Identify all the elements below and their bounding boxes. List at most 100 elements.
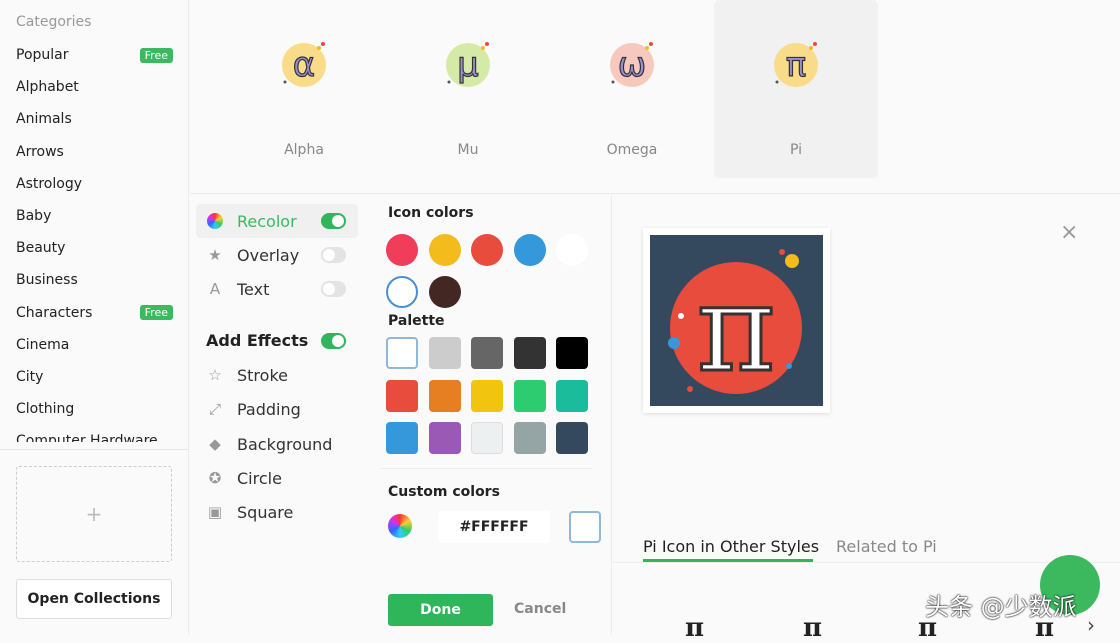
sidebar-item-category[interactable]: Beauty (0, 232, 189, 264)
palette-swatch[interactable] (386, 422, 418, 454)
add-effects-toggle[interactable] (321, 333, 346, 349)
square-star-icon: ▣ (207, 503, 223, 521)
category-label: Baby (16, 208, 52, 225)
icon-label: Pi (789, 142, 803, 158)
svg-text:α: α (293, 45, 315, 85)
tab-related[interactable]: Related to Pi (836, 537, 937, 556)
icon-label: Alpha (284, 142, 324, 158)
hex-input[interactable]: #FFFFFF (438, 511, 550, 543)
cancel-button[interactable]: Cancel (514, 601, 566, 617)
icon-color-swatch[interactable] (513, 234, 546, 266)
padding-option[interactable]: ⤢ Padding (196, 392, 358, 426)
circle-label: Circle (237, 468, 282, 488)
category-label: Alphabet (16, 79, 79, 96)
category-label: Cinema (16, 336, 70, 353)
sidebar-item-category[interactable]: Astrology (0, 168, 189, 200)
custom-colors-heading: Custom colors (388, 484, 500, 500)
icon-card[interactable]: π Pi (714, 0, 878, 178)
palette-swatch[interactable] (471, 337, 503, 369)
icon-card[interactable]: μ Mu (386, 0, 550, 178)
tab-other-styles[interactable]: Pi Icon in Other Styles (643, 537, 819, 556)
icon-color-swatch[interactable] (428, 234, 461, 266)
palette-swatch[interactable] (556, 422, 588, 454)
palette-swatch[interactable] (471, 422, 503, 454)
category-label: City (16, 368, 44, 385)
category-label: Clothing (16, 401, 75, 418)
overlay-toggle[interactable] (321, 247, 346, 263)
text-option[interactable]: A Text (196, 272, 358, 306)
palette-swatch[interactable] (513, 337, 546, 369)
color-picker-icon[interactable] (388, 514, 412, 538)
icon-color-swatch[interactable] (428, 276, 461, 308)
square-label: Square (237, 502, 294, 522)
sidebar-item-category[interactable]: Clothing (0, 393, 189, 425)
palette-swatch[interactable] (513, 379, 546, 412)
collection-dropzone[interactable]: + (16, 466, 172, 562)
sidebar-item-category[interactable]: Characters Free (0, 297, 189, 329)
icon-card[interactable]: α Alpha (222, 0, 386, 178)
sidebar-item-category[interactable]: Animals (0, 103, 189, 135)
add-effects-heading: Add Effects (206, 331, 309, 350)
category-label: Astrology (16, 175, 83, 192)
chevron-right-icon[interactable]: › (1087, 613, 1095, 637)
palette-swatch[interactable] (428, 422, 461, 454)
sidebar-item-category[interactable]: City (0, 361, 189, 393)
palette-swatch[interactable] (556, 379, 588, 412)
sidebar-item-category[interactable]: Computer Hardware (0, 425, 189, 442)
palette-swatch[interactable] (428, 337, 461, 369)
square-option[interactable]: ▣ Square (196, 495, 358, 529)
icon-label: Mu (457, 142, 479, 158)
palette-swatch[interactable] (386, 337, 418, 369)
sidebar-item-category[interactable]: Popular Free (0, 39, 189, 71)
custom-color-swatch[interactable] (569, 511, 601, 543)
category-list[interactable]: Popular Free Alphabet Animals Arrows Astrolog… (0, 39, 189, 442)
icon-card[interactable]: ω Omega (550, 0, 714, 178)
sidebar-item-category[interactable]: Cinema (0, 329, 189, 361)
stroke-option[interactable]: ☆ Stroke (196, 358, 358, 392)
palette-swatch[interactable] (471, 379, 503, 412)
category-label: Animals (16, 111, 72, 128)
sidebar-item-category[interactable]: Alphabet (0, 71, 189, 103)
text-toggle[interactable] (321, 281, 346, 297)
mu-icon: μ (446, 42, 490, 87)
background-option[interactable]: ◆ Background (196, 427, 358, 461)
recolor-toggle[interactable] (321, 213, 346, 229)
recolor-option[interactable]: Recolor (196, 204, 358, 238)
style-variant[interactable]: π (685, 613, 704, 643)
divider (0, 449, 189, 450)
categories-heading: Categories (16, 14, 92, 30)
sidebar-item-category[interactable]: Arrows (0, 136, 189, 168)
circle-option[interactable]: ✪ Circle (196, 461, 358, 495)
color-wheel-icon (206, 213, 224, 229)
category-label: Characters (16, 304, 93, 321)
icon-color-swatch[interactable] (386, 234, 418, 266)
star-outline-icon: ☆ (208, 366, 222, 384)
sidebar-item-category[interactable]: Baby (0, 200, 189, 232)
palette-swatch[interactable] (428, 379, 461, 412)
style-variant[interactable]: π (803, 613, 822, 643)
expand-icon: ⤢ (208, 400, 221, 418)
palette-swatch[interactable] (386, 379, 418, 412)
overlay-label: Overlay (237, 245, 300, 265)
sidebar-item-category[interactable]: Business (0, 264, 189, 296)
omega-icon: ω (610, 42, 654, 87)
paint-bucket-icon: ◆ (209, 435, 221, 453)
text-label: Text (237, 279, 270, 299)
done-button[interactable]: Done (388, 594, 493, 626)
icon-color-swatch[interactable] (386, 276, 418, 308)
open-collections-button[interactable]: Open Collections (16, 579, 172, 619)
watermark: 头条 @少数派 (925, 593, 1077, 621)
palette-swatch[interactable] (556, 337, 588, 369)
padding-label: Padding (237, 399, 301, 419)
icon-color-swatch[interactable] (556, 234, 588, 266)
overlay-icon: ★ (208, 246, 222, 264)
svg-text:π: π (786, 45, 806, 85)
icon-colors-heading: Icon colors (388, 205, 474, 221)
palette-swatch[interactable] (513, 422, 546, 454)
close-icon[interactable]: × (1060, 220, 1078, 245)
divider (613, 562, 1120, 563)
icon-color-swatch[interactable] (471, 234, 503, 266)
overlay-option[interactable]: ★ Overlay (196, 238, 358, 272)
background-label: Background (237, 434, 333, 454)
recolor-label: Recolor (237, 211, 297, 231)
